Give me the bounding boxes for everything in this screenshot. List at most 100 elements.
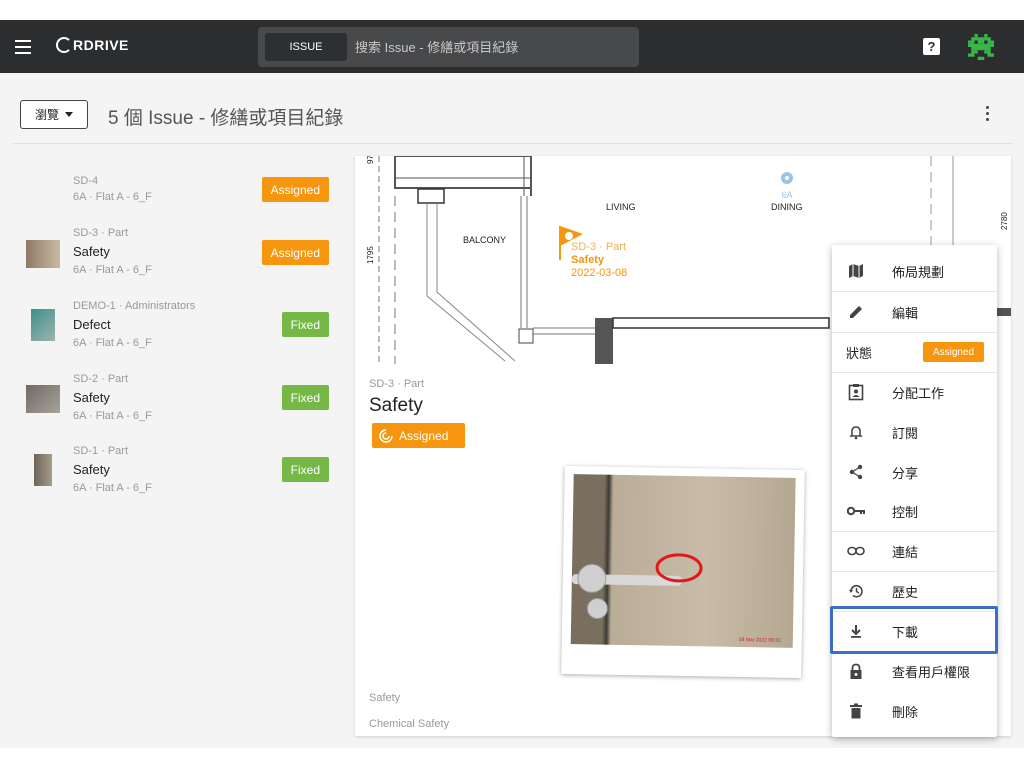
assignment-icon — [847, 383, 865, 401]
dimension-label: 97 — [366, 156, 375, 164]
issue-meta: SD-1 · Part — [73, 445, 129, 457]
menu-item-label: 控制 — [892, 504, 919, 520]
divider — [13, 143, 1013, 144]
menu-item-edit[interactable]: 編輯 — [832, 292, 997, 332]
menu-item-label: 連結 — [892, 544, 919, 560]
key-icon — [847, 502, 865, 520]
issue-context-menu: 佈局規劃 編輯 狀態 Assigned 分配工作 訂閱 分享 控制 連結 歷史 … — [832, 245, 997, 737]
progress-icon — [379, 428, 393, 443]
help-icon[interactable]: ? — [923, 38, 940, 55]
list-item[interactable]: DEMO-1 · Administrators Defect 6A · Flat… — [13, 299, 343, 359]
issue-location: 6A · Flat A - 6_F — [73, 264, 152, 276]
detail-status-badge[interactable]: Assigned — [372, 423, 465, 448]
menu-item-link[interactable]: 連結 — [832, 531, 997, 571]
menu-item-label: 分享 — [892, 465, 919, 481]
detail-meta: SD-3 · Part — [369, 378, 425, 390]
detail-subcategory: Chemical Safety — [369, 718, 450, 730]
menu-item-label: 下載 — [892, 624, 919, 640]
trash-icon — [847, 702, 865, 720]
pin-meta: SD-3 · Part — [571, 241, 626, 253]
photo-timestamp: 08 Mar 2022 09:31 — [739, 637, 781, 644]
issue-meta: SD-4 — [73, 175, 99, 187]
issue-location: 6A · Flat A - 6_F — [73, 337, 152, 349]
status-badge: Fixed — [281, 312, 329, 337]
top-bar: RDRIVE ISSUE ? — [0, 20, 1024, 73]
issue-location: 6A · Flat A - 6_F — [73, 482, 152, 494]
link-icon — [847, 542, 865, 560]
menu-icon[interactable] — [15, 40, 31, 58]
dimension-label: 2780 — [1000, 212, 1009, 230]
pin-date: 2022-03-08 — [571, 267, 627, 279]
menu-item-label: 分配工作 — [892, 385, 945, 401]
issue-title: Safety — [73, 390, 110, 405]
menu-item-label: 編輯 — [892, 305, 919, 321]
menu-item-layout-plan[interactable]: 佈局規劃 — [832, 251, 997, 291]
room-label-living: LIVING — [606, 202, 636, 212]
search-scope-chip[interactable]: ISSUE — [265, 33, 347, 61]
list-item[interactable]: SD-3 · Part Safety 6A · Flat A - 6_F Ass… — [13, 226, 343, 286]
room-label-balcony: BALCONY — [463, 235, 506, 245]
issue-title: Defect — [73, 317, 111, 332]
room-label-dining: DINING — [771, 202, 803, 212]
door-handle-image: 08 Mar 2022 09:31 — [571, 553, 781, 644]
detail-status-label: Assigned — [399, 428, 449, 443]
more-vertical-icon[interactable] — [986, 106, 990, 124]
menu-item-label: 訂閱 — [892, 425, 919, 441]
share-icon — [847, 463, 865, 481]
issue-thumbnail — [31, 309, 55, 341]
status-badge: Fixed — [281, 385, 329, 410]
menu-item-label: 刪除 — [892, 704, 919, 720]
menu-item-download[interactable]: 下載 — [832, 611, 997, 651]
menu-item-delete[interactable]: 刪除 — [832, 691, 997, 731]
menu-item-label: 佈局規劃 — [892, 264, 945, 280]
menu-item-share[interactable]: 分享 — [832, 452, 997, 492]
status-badge: Assigned — [261, 240, 329, 265]
status-label: 狀態 — [846, 345, 873, 361]
history-icon — [847, 582, 865, 600]
menu-item-label: 歷史 — [892, 584, 919, 600]
menu-item-history[interactable]: 歷史 — [832, 571, 997, 611]
status-badge[interactable]: Assigned — [923, 342, 984, 362]
list-item[interactable]: SD-4 6A · Flat A - 6_F Assigned — [13, 172, 343, 232]
pencil-icon — [847, 303, 865, 321]
map-icon — [847, 262, 865, 280]
status-badge: Fixed — [281, 457, 329, 482]
download-icon — [847, 622, 865, 640]
detail-category: Safety — [369, 692, 401, 704]
avatar[interactable] — [968, 34, 994, 60]
brand-logo[interactable]: RDRIVE — [56, 37, 129, 53]
menu-item-assign[interactable]: 分配工作 — [832, 372, 997, 412]
status-badge: Assigned — [261, 177, 329, 202]
menu-item-subscribe[interactable]: 訂閱 — [832, 412, 997, 452]
pin-title: Safety — [571, 254, 605, 266]
search-input[interactable] — [355, 39, 625, 55]
issue-meta: SD-3 · Part — [73, 227, 129, 239]
issue-thumbnail — [34, 454, 52, 486]
page-title: 5 個 Issue - 修繕或項目紀錄 — [108, 108, 344, 129]
dimension-label: 1795 — [366, 246, 375, 264]
menu-item-control[interactable]: 控制 — [832, 491, 997, 531]
issue-thumbnail — [26, 385, 60, 413]
list-item[interactable]: SD-1 · Part Safety 6A · Flat A - 6_F Fix… — [13, 444, 343, 504]
issue-location: 6A · Flat A - 6_F — [73, 410, 152, 422]
logo-mark-icon — [56, 37, 72, 53]
menu-item-label: 查看用戶權限 — [892, 664, 971, 680]
room-label-6a: 6A — [781, 190, 792, 200]
bell-icon — [847, 423, 865, 441]
search-bar[interactable]: ISSUE — [258, 27, 639, 67]
photo-image: 08 Mar 2022 09:31 — [570, 474, 796, 648]
menu-item-status[interactable]: 狀態 Assigned — [832, 332, 997, 372]
browse-dropdown-button[interactable]: 瀏覽 — [20, 100, 88, 129]
menu-item-view-permissions[interactable]: 查看用戶權限 — [832, 651, 997, 691]
browse-label: 瀏覽 — [34, 108, 59, 122]
caret-down-icon — [65, 112, 73, 117]
brand-name: RDRIVE — [73, 37, 129, 53]
issue-location: 6A · Flat A - 6_F — [73, 191, 152, 203]
lock-icon — [847, 662, 865, 680]
issue-photo[interactable]: 08 Mar 2022 09:31 — [561, 465, 805, 679]
issue-meta: DEMO-1 · Administrators — [73, 300, 196, 312]
issue-title: Safety — [73, 244, 110, 259]
list-item[interactable]: SD-2 · Part Safety 6A · Flat A - 6_F Fix… — [13, 372, 343, 432]
issue-pin[interactable]: SD-3 · Part Safety 2022-03-08 — [559, 226, 627, 279]
issue-meta: SD-2 · Part — [73, 373, 129, 385]
